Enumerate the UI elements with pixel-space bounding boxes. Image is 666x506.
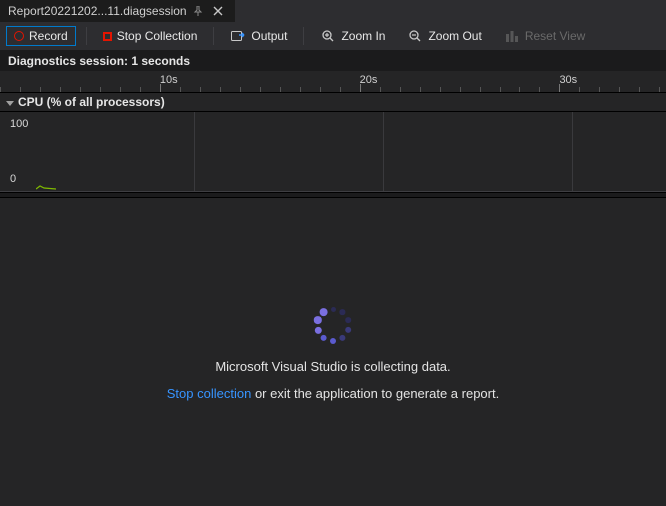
output-icon (230, 28, 246, 44)
tab-title: Report20221202...11.diagsession (8, 4, 187, 18)
y-axis-label: 100 (10, 118, 28, 130)
collecting-status: Microsoft Visual Studio is collecting da… (215, 359, 450, 374)
timeline-tick-label: 30s (559, 74, 577, 86)
record-label: Record (29, 29, 68, 43)
timeline-ruler[interactable]: 10s 20s 30s (0, 71, 666, 93)
zoom-in-icon (320, 28, 336, 44)
app-root: Report20221202...11.diagsession Record S… (0, 0, 666, 506)
chart-plot (36, 112, 666, 191)
collecting-panel: Microsoft Visual Studio is collecting da… (0, 198, 666, 506)
reset-view-button[interactable]: Reset View (498, 25, 591, 47)
chart-title: CPU (% of all processors) (18, 95, 165, 109)
toolbar-separator (86, 27, 87, 45)
stop-collection-link[interactable]: Stop collection (167, 386, 252, 401)
zoom-out-button[interactable]: Zoom Out (401, 25, 487, 47)
gridline (194, 112, 195, 191)
reset-view-label: Reset View (525, 29, 585, 43)
output-button[interactable]: Output (224, 25, 293, 47)
chart-header[interactable]: CPU (% of all processors) (0, 93, 666, 112)
tab-strip: Report20221202...11.diagsession (0, 0, 666, 22)
stop-label: Stop Collection (117, 29, 198, 43)
collecting-rest: or exit the application to generate a re… (251, 386, 499, 401)
y-axis-label: 0 (10, 173, 16, 185)
cpu-chart[interactable]: 100 0 (0, 112, 666, 192)
stop-icon (103, 32, 112, 41)
close-icon[interactable] (213, 6, 227, 16)
toolbar-separator (213, 27, 214, 45)
record-icon (14, 31, 24, 41)
timeline-tick-label: 10s (160, 74, 178, 86)
collapse-icon (6, 101, 14, 106)
toolbar-separator (303, 27, 304, 45)
output-label: Output (251, 29, 287, 43)
zoom-in-button[interactable]: Zoom In (314, 25, 391, 47)
toolbar: Record Stop Collection Output Zoom In Zo… (0, 22, 666, 50)
pin-icon[interactable] (193, 6, 207, 16)
gridline (383, 112, 384, 191)
record-button[interactable]: Record (6, 26, 76, 46)
zoom-out-icon (407, 28, 423, 44)
zoom-out-label: Zoom Out (428, 29, 481, 43)
spinner-icon (311, 303, 355, 347)
gridline (572, 112, 573, 191)
cpu-series-line (36, 184, 58, 188)
zoom-in-label: Zoom In (341, 29, 385, 43)
reset-view-icon (504, 28, 520, 44)
session-label: Diagnostics session: 1 seconds (0, 50, 666, 71)
timeline-tick-label: 20s (360, 74, 378, 86)
tab-diagsession[interactable]: Report20221202...11.diagsession (0, 0, 235, 22)
collecting-subtext: Stop collection or exit the application … (167, 386, 499, 401)
stop-collection-button[interactable]: Stop Collection (97, 26, 204, 46)
